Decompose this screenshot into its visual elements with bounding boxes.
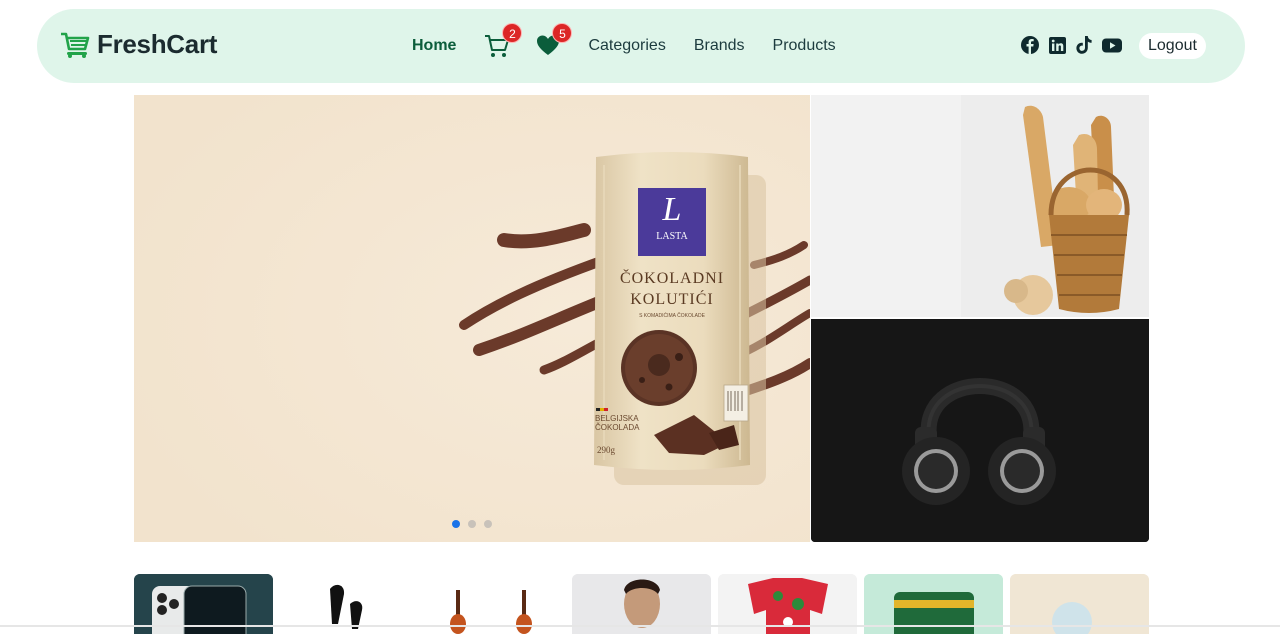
package-subtitle: S KOMADIĆIMA ČOKOLADE [639, 312, 706, 319]
package-origin-line2: ČOKOLADA [595, 423, 640, 432]
logout-button[interactable]: Logout [1139, 33, 1206, 59]
headphones-banner[interactable] [811, 319, 1149, 542]
brand-logo[interactable]: FreshCart [59, 29, 217, 60]
cart-logo-icon [61, 32, 90, 58]
nav-brands-link[interactable]: Brands [694, 37, 745, 55]
nav-home-link[interactable]: Home [412, 37, 456, 55]
chocolate-cookies-slide-image: L LASTA ČOKOLADNI KOLUTIĆI S KOMADIĆIMA … [134, 95, 810, 542]
svg-text:L: L [662, 191, 682, 228]
slider-dot[interactable] [484, 520, 492, 528]
package-title-line1: ČOKOLADNI [620, 268, 724, 287]
package-origin-line1: BELGIJSKA [595, 414, 639, 423]
slider-dots [452, 520, 492, 528]
social-links [1021, 36, 1122, 54]
cart-count-badge: 2 [502, 23, 523, 43]
nav-products-link[interactable]: Products [773, 37, 836, 55]
wishlist-button[interactable]: 5 [536, 23, 573, 59]
slider-dot[interactable] [452, 520, 460, 528]
facebook-icon[interactable] [1021, 36, 1039, 54]
wishlist-count-badge: 5 [552, 23, 573, 43]
nav-links: Home 2 5 Categories Brands Products [412, 9, 836, 83]
navbar: FreshCart Home 2 5 Categories Brands Pro… [37, 9, 1245, 83]
cart-button[interactable]: 2 [484, 23, 523, 59]
tiktok-icon[interactable] [1076, 36, 1092, 54]
nav-categories-link[interactable]: Categories [588, 37, 665, 55]
slider-dot[interactable] [468, 520, 476, 528]
headphones-image [811, 319, 1149, 542]
package-brand: LASTA [656, 231, 688, 242]
linkedin-icon[interactable] [1049, 36, 1066, 54]
bread-banner[interactable] [811, 95, 1149, 317]
hero-slider[interactable]: L LASTA ČOKOLADNI KOLUTIĆI S KOMADIĆIMA … [134, 95, 810, 542]
bread-basket-image [811, 95, 1149, 317]
package-weight: 290g [597, 445, 616, 455]
youtube-icon[interactable] [1102, 38, 1122, 53]
brand-name: FreshCart [97, 29, 218, 59]
package-title-line2: KOLUTIĆI [630, 289, 714, 308]
